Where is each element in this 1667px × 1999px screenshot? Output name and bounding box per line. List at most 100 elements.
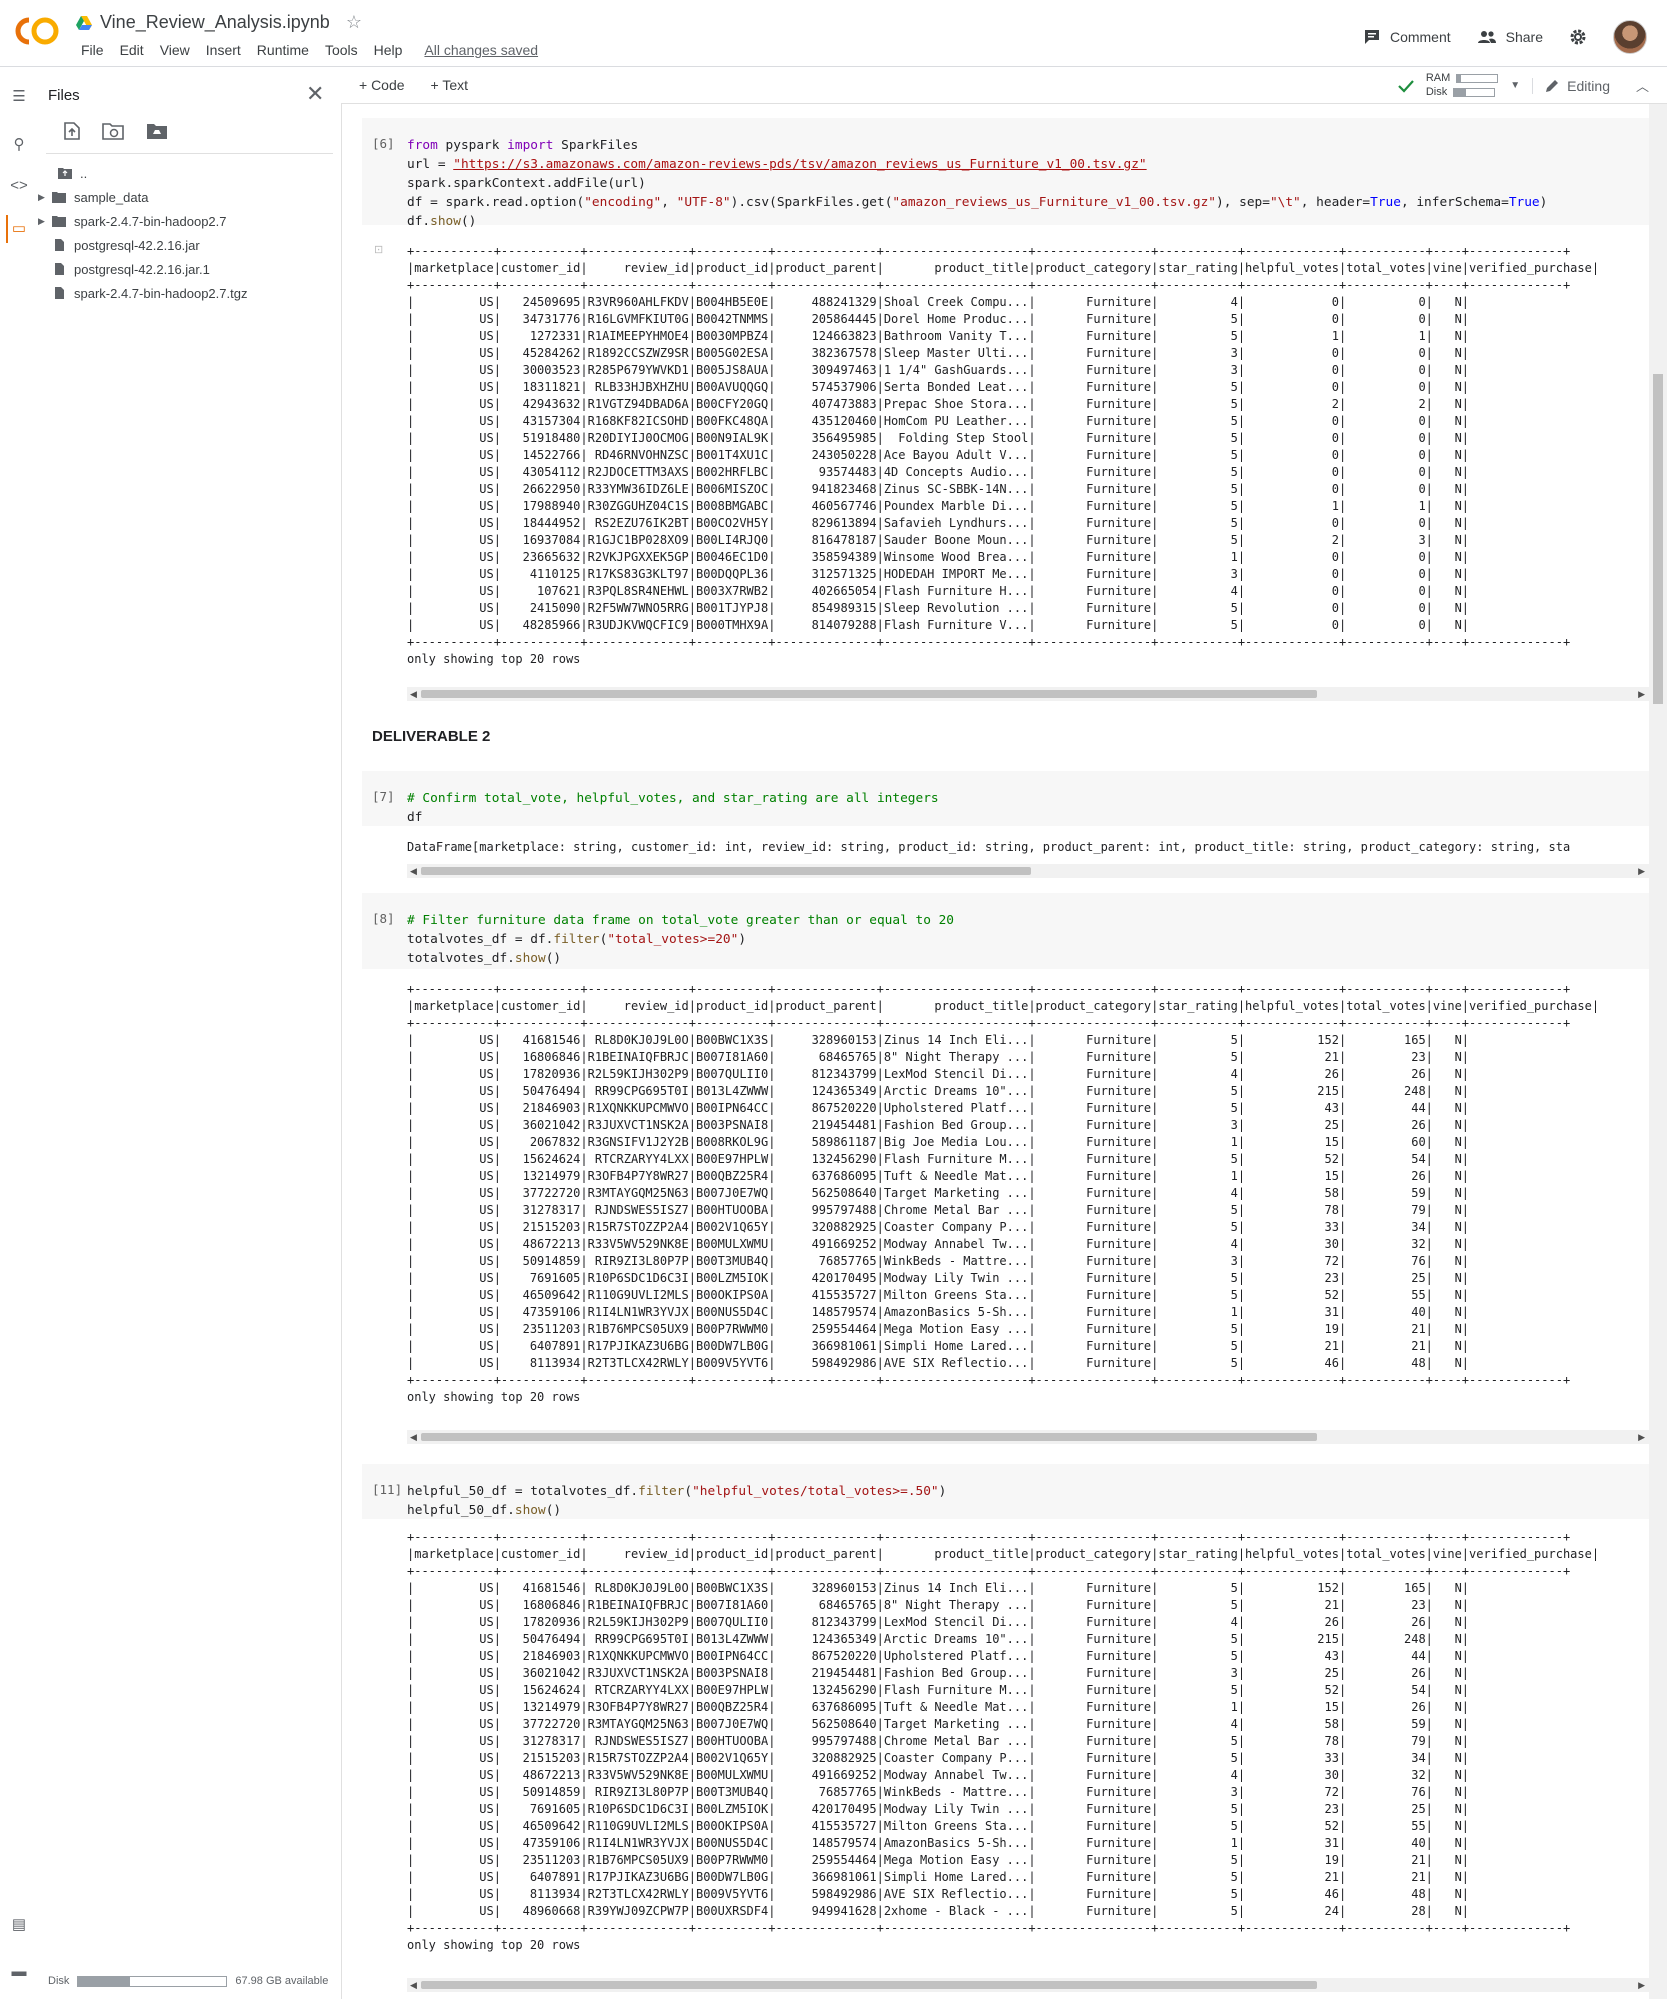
output-text: +-----------+-----------+--------------+… (407, 982, 1600, 1404)
editing-mode-button[interactable]: Editing (1532, 77, 1610, 94)
ram-fill (1457, 75, 1462, 82)
comment-icon (1364, 30, 1379, 44)
cell-execution-count: [11] (372, 1482, 403, 1497)
notebook-toolbar: + Code + Text RAM Disk ▼ Editing ︿ (341, 67, 1667, 104)
code-snippets-icon[interactable]: <> (10, 177, 28, 195)
scroll-right-arrow-icon[interactable]: ▶ (1638, 687, 1645, 701)
file-icon (55, 239, 64, 251)
scroll-right-arrow-icon[interactable]: ▶ (1638, 1978, 1645, 1992)
user-avatar[interactable] (1613, 20, 1647, 54)
collapse-header-icon[interactable]: ︿ (1636, 76, 1649, 95)
horizontal-scrollbar[interactable]: ◀ ▶ (407, 687, 1649, 701)
disk-label: Disk (1425, 86, 1448, 98)
code-editor[interactable]: # Filter furniture data frame on total_v… (407, 911, 954, 968)
output-cell-6: ⊡ +-----------+-----------+-------------… (362, 229, 1649, 819)
pencil-icon (1546, 79, 1559, 92)
horizontal-scrollbar[interactable]: ◀ ▶ (407, 1430, 1649, 1444)
scrollbar-thumb[interactable] (1653, 374, 1663, 704)
scroll-left-arrow-icon[interactable]: ◀ (410, 864, 417, 878)
share-label: Share (1505, 29, 1543, 45)
code-cell-8[interactable]: [8] # Filter furniture data frame on tot… (362, 893, 1649, 969)
dataframe-output: +-----------+-----------+--------------+… (407, 243, 1649, 693)
file-tree-item-spark-folder[interactable]: ▶ spark-2.4.7-bin-hadoop2.7 (38, 210, 338, 232)
dataframe-schema-output: DataFrame[marketplace: string, customer_… (407, 839, 1649, 859)
resource-meter[interactable]: RAM Disk (1425, 72, 1499, 98)
disk-available: 67.98 GB available (235, 1975, 329, 1987)
add-text-button[interactable]: + Text (431, 77, 469, 93)
files-panel-title: Files (48, 87, 80, 104)
file-tree-item-postgresql-jar-1[interactable]: postgresql-42.2.16.jar.1 (38, 258, 338, 280)
star-icon[interactable]: ☆ (346, 12, 362, 33)
file-tree-label: .. (80, 165, 88, 181)
folder-up-icon (58, 168, 72, 179)
app-header: Vine_Review_Analysis.ipynb ☆ File Edit V… (0, 0, 1667, 67)
file-tree-item-parent[interactable]: .. (38, 162, 338, 184)
code-editor[interactable]: # Confirm total_vote, helpful_votes, and… (407, 789, 939, 827)
menu-edit[interactable]: Edit (112, 42, 152, 58)
folder-icon (52, 192, 66, 203)
upload-file-icon[interactable] (64, 122, 80, 140)
code-cell-6[interactable]: [6] from pyspark import SparkFiles url =… (362, 118, 1649, 229)
scroll-right-arrow-icon[interactable]: ▶ (1638, 1430, 1645, 1444)
connected-check-icon (1398, 79, 1414, 93)
scrollbar-thumb[interactable] (421, 1981, 1317, 1989)
table-of-contents-icon[interactable]: ☰ (10, 87, 28, 105)
left-rail: ☰ ⚲ <> ▭ ▤ ▬ (0, 67, 39, 1999)
scroll-left-arrow-icon[interactable]: ◀ (410, 687, 417, 701)
resource-dropdown-icon[interactable]: ▼ (1510, 80, 1520, 91)
editing-label: Editing (1567, 77, 1610, 94)
menu-insert[interactable]: Insert (198, 42, 249, 58)
code-editor[interactable]: helpful_50_df = totalvotes_df.filter("he… (407, 1482, 946, 1520)
files-separator (46, 153, 333, 154)
file-tree-label: spark-2.4.7-bin-hadoop2.7 (74, 213, 227, 229)
ram-bar (1456, 74, 1499, 83)
file-tree-label: sample_data (74, 189, 149, 205)
active-indicator (6, 215, 8, 243)
comment-button[interactable]: Comment (1363, 28, 1451, 46)
scroll-right-arrow-icon[interactable]: ▶ (1638, 864, 1645, 878)
disk-usage: Disk 67.98 GB available (48, 1975, 328, 1987)
menu-runtime[interactable]: Runtime (249, 42, 317, 58)
code-cell-11[interactable]: [11] helpful_50_df = totalvotes_df.filte… (362, 1464, 1649, 1519)
menu-view[interactable]: View (152, 42, 198, 58)
terminal-icon[interactable]: ▬ (10, 1963, 28, 1981)
horizontal-scrollbar[interactable]: ◀ ▶ (407, 864, 1649, 878)
ram-label: RAM (1425, 72, 1451, 84)
refresh-folder-icon[interactable] (102, 122, 124, 140)
file-tree-item-spark-tgz[interactable]: spark-2.4.7-bin-hadoop2.7.tgz (38, 282, 338, 304)
scroll-left-arrow-icon[interactable]: ◀ (410, 1978, 417, 1992)
scrollbar-thumb[interactable] (421, 690, 1317, 698)
menu-file[interactable]: File (73, 42, 112, 58)
disk-usage-bar (77, 1975, 228, 1987)
notebook-title[interactable]: Vine_Review_Analysis.ipynb (100, 12, 330, 33)
folder-icon (52, 216, 66, 227)
vertical-scrollbar[interactable] (1649, 104, 1667, 1999)
scrollbar-thumb[interactable] (421, 867, 1031, 875)
search-icon[interactable]: ⚲ (10, 135, 28, 153)
save-status[interactable]: All changes saved (416, 42, 546, 58)
add-code-button[interactable]: + Code (359, 77, 405, 93)
output-actions-icon[interactable]: ⊡ (374, 243, 388, 256)
cell-execution-count: [6] (372, 136, 395, 151)
output-text: +-----------+-----------+--------------+… (407, 1530, 1600, 1952)
disk-fill (1454, 89, 1467, 96)
files-folder-icon[interactable]: ▭ (10, 219, 28, 237)
menu-tools[interactable]: Tools (317, 42, 366, 58)
menu-help[interactable]: Help (366, 42, 411, 58)
colab-logo-icon[interactable] (14, 16, 60, 46)
people-icon (1477, 31, 1496, 43)
settings-gear-icon[interactable] (1569, 28, 1587, 46)
horizontal-scrollbar[interactable]: ◀ ▶ (407, 1978, 1649, 1992)
scroll-left-arrow-icon[interactable]: ◀ (410, 1430, 417, 1444)
scrollbar-thumb[interactable] (421, 1433, 1317, 1441)
expand-caret-icon[interactable]: ▶ (38, 216, 50, 227)
file-tree-item-sample-data[interactable]: ▶ sample_data (38, 186, 338, 208)
mount-drive-icon[interactable] (146, 122, 168, 140)
share-button[interactable]: Share (1477, 29, 1543, 45)
close-icon[interactable]: ✕ (306, 81, 324, 107)
code-cell-7[interactable]: [7] # Confirm total_vote, helpful_votes,… (362, 771, 1649, 826)
file-tree-item-postgresql-jar[interactable]: postgresql-42.2.16.jar (38, 234, 338, 256)
code-editor[interactable]: from pyspark import SparkFiles url = "ht… (407, 136, 1547, 231)
expand-caret-icon[interactable]: ▶ (38, 192, 50, 203)
command-palette-icon[interactable]: ▤ (10, 1915, 28, 1933)
